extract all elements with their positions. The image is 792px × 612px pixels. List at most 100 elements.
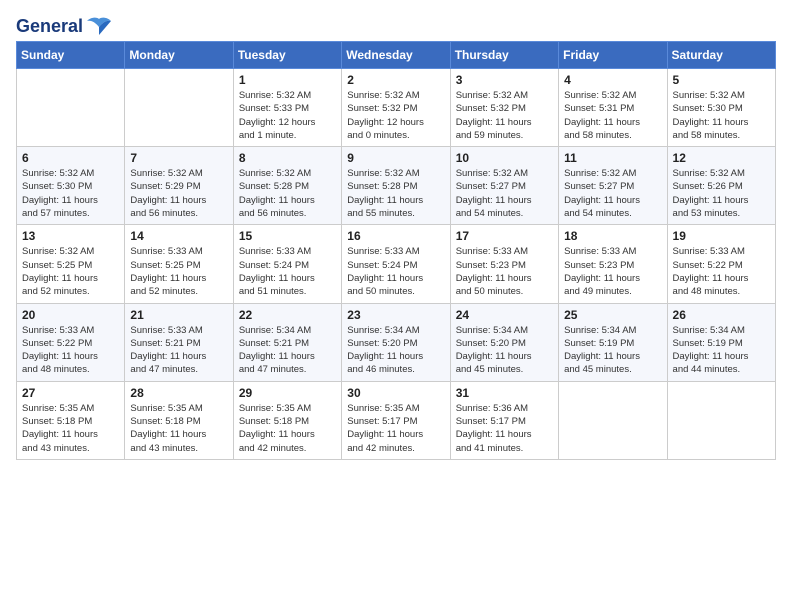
day-number: 17 — [456, 229, 554, 243]
day-number: 9 — [347, 151, 445, 165]
calendar-cell: 13 Sunrise: 5:32 AM Sunset: 5:25 PM Dayli… — [17, 225, 125, 303]
day-number: 16 — [347, 229, 445, 243]
day-info: Sunrise: 5:33 AM Sunset: 5:25 PM Dayligh… — [130, 245, 228, 298]
column-header-sunday: Sunday — [17, 42, 125, 69]
day-number: 15 — [239, 229, 337, 243]
day-info: Sunrise: 5:34 AM Sunset: 5:20 PM Dayligh… — [456, 324, 554, 377]
day-info: Sunrise: 5:34 AM Sunset: 5:21 PM Dayligh… — [239, 324, 337, 377]
day-info: Sunrise: 5:32 AM Sunset: 5:29 PM Dayligh… — [130, 167, 228, 220]
day-info: Sunrise: 5:32 AM Sunset: 5:30 PM Dayligh… — [673, 89, 771, 142]
day-info: Sunrise: 5:32 AM Sunset: 5:28 PM Dayligh… — [239, 167, 337, 220]
calendar-cell: 23 Sunrise: 5:34 AM Sunset: 5:20 PM Dayli… — [342, 303, 450, 381]
day-info: Sunrise: 5:32 AM Sunset: 5:32 PM Dayligh… — [347, 89, 445, 142]
day-info: Sunrise: 5:33 AM Sunset: 5:24 PM Dayligh… — [347, 245, 445, 298]
calendar-cell: 12 Sunrise: 5:32 AM Sunset: 5:26 PM Dayli… — [667, 147, 775, 225]
day-number: 28 — [130, 386, 228, 400]
day-number: 14 — [130, 229, 228, 243]
day-number: 18 — [564, 229, 662, 243]
day-info: Sunrise: 5:32 AM Sunset: 5:25 PM Dayligh… — [22, 245, 120, 298]
calendar-cell: 9 Sunrise: 5:32 AM Sunset: 5:28 PM Daylig… — [342, 147, 450, 225]
calendar-cell: 11 Sunrise: 5:32 AM Sunset: 5:27 PM Dayli… — [559, 147, 667, 225]
day-info: Sunrise: 5:32 AM Sunset: 5:27 PM Dayligh… — [564, 167, 662, 220]
calendar-cell: 7 Sunrise: 5:32 AM Sunset: 5:29 PM Daylig… — [125, 147, 233, 225]
calendar-cell: 4 Sunrise: 5:32 AM Sunset: 5:31 PM Daylig… — [559, 69, 667, 147]
calendar-cell: 17 Sunrise: 5:33 AM Sunset: 5:23 PM Dayli… — [450, 225, 558, 303]
calendar-cell: 3Sunrise: 5:32 AM Sunset: 5:32 PM Daylig… — [450, 69, 558, 147]
calendar-cell — [17, 69, 125, 147]
day-number: 1 — [239, 73, 337, 87]
calendar-cell: 30Sunrise: 5:35 AM Sunset: 5:17 PM Dayli… — [342, 381, 450, 459]
day-number: 26 — [673, 308, 771, 322]
day-number: 10 — [456, 151, 554, 165]
day-number: 29 — [239, 386, 337, 400]
column-header-monday: Monday — [125, 42, 233, 69]
day-info: Sunrise: 5:35 AM Sunset: 5:18 PM Dayligh… — [130, 402, 228, 455]
column-header-friday: Friday — [559, 42, 667, 69]
day-info: Sunrise: 5:32 AM Sunset: 5:28 PM Dayligh… — [347, 167, 445, 220]
logo-text: General — [16, 16, 113, 33]
day-number: 2 — [347, 73, 445, 87]
calendar-cell: 19 Sunrise: 5:33 AM Sunset: 5:22 PM Dayli… — [667, 225, 775, 303]
day-number: 27 — [22, 386, 120, 400]
day-number: 22 — [239, 308, 337, 322]
day-number: 19 — [673, 229, 771, 243]
logo-bird-icon — [85, 17, 113, 37]
day-info: Sunrise: 5:34 AM Sunset: 5:19 PM Dayligh… — [564, 324, 662, 377]
page-header: General — [16, 16, 776, 33]
calendar-cell: 29 Sunrise: 5:35 AM Sunset: 5:18 PM Dayli… — [233, 381, 341, 459]
calendar-week-row: 13 Sunrise: 5:32 AM Sunset: 5:25 PM Dayli… — [17, 225, 776, 303]
calendar-cell: 27Sunrise: 5:35 AM Sunset: 5:18 PM Dayli… — [17, 381, 125, 459]
day-info: Sunrise: 5:33 AM Sunset: 5:22 PM Dayligh… — [673, 245, 771, 298]
day-number: 24 — [456, 308, 554, 322]
day-info: Sunrise: 5:34 AM Sunset: 5:20 PM Dayligh… — [347, 324, 445, 377]
day-number: 13 — [22, 229, 120, 243]
calendar-cell: 28 Sunrise: 5:35 AM Sunset: 5:18 PM Dayli… — [125, 381, 233, 459]
calendar-cell: 8 Sunrise: 5:32 AM Sunset: 5:28 PM Daylig… — [233, 147, 341, 225]
day-number: 3 — [456, 73, 554, 87]
calendar-cell: 5Sunrise: 5:32 AM Sunset: 5:30 PM Daylig… — [667, 69, 775, 147]
day-number: 30 — [347, 386, 445, 400]
day-number: 31 — [456, 386, 554, 400]
column-header-tuesday: Tuesday — [233, 42, 341, 69]
column-header-thursday: Thursday — [450, 42, 558, 69]
day-info: Sunrise: 5:33 AM Sunset: 5:23 PM Dayligh… — [456, 245, 554, 298]
day-number: 8 — [239, 151, 337, 165]
day-number: 7 — [130, 151, 228, 165]
day-info: Sunrise: 5:36 AM Sunset: 5:17 PM Dayligh… — [456, 402, 554, 455]
calendar-cell: 16 Sunrise: 5:33 AM Sunset: 5:24 PM Dayli… — [342, 225, 450, 303]
day-info: Sunrise: 5:33 AM Sunset: 5:21 PM Dayligh… — [130, 324, 228, 377]
calendar-table: SundayMondayTuesdayWednesdayThursdayFrid… — [16, 41, 776, 460]
calendar-cell: 21Sunrise: 5:33 AM Sunset: 5:21 PM Dayli… — [125, 303, 233, 381]
calendar-cell — [559, 381, 667, 459]
calendar-cell: 18Sunrise: 5:33 AM Sunset: 5:23 PM Dayli… — [559, 225, 667, 303]
calendar-cell: 26 Sunrise: 5:34 AM Sunset: 5:19 PM Dayli… — [667, 303, 775, 381]
column-header-saturday: Saturday — [667, 42, 775, 69]
calendar-cell: 1 Sunrise: 5:32 AM Sunset: 5:33 PM Daylig… — [233, 69, 341, 147]
calendar-cell — [667, 381, 775, 459]
calendar-cell: 31 Sunrise: 5:36 AM Sunset: 5:17 PM Dayli… — [450, 381, 558, 459]
day-number: 11 — [564, 151, 662, 165]
day-info: Sunrise: 5:32 AM Sunset: 5:27 PM Dayligh… — [456, 167, 554, 220]
day-number: 4 — [564, 73, 662, 87]
day-number: 12 — [673, 151, 771, 165]
calendar-cell: 10 Sunrise: 5:32 AM Sunset: 5:27 PM Dayli… — [450, 147, 558, 225]
calendar-cell: 14 Sunrise: 5:33 AM Sunset: 5:25 PM Dayli… — [125, 225, 233, 303]
day-info: Sunrise: 5:32 AM Sunset: 5:33 PM Dayligh… — [239, 89, 337, 142]
day-info: Sunrise: 5:34 AM Sunset: 5:19 PM Dayligh… — [673, 324, 771, 377]
calendar-cell: 6Sunrise: 5:32 AM Sunset: 5:30 PM Daylig… — [17, 147, 125, 225]
logo: General — [16, 16, 113, 33]
day-info: Sunrise: 5:33 AM Sunset: 5:22 PM Dayligh… — [22, 324, 120, 377]
day-info: Sunrise: 5:32 AM Sunset: 5:30 PM Dayligh… — [22, 167, 120, 220]
day-number: 20 — [22, 308, 120, 322]
calendar-cell: 2 Sunrise: 5:32 AM Sunset: 5:32 PM Daylig… — [342, 69, 450, 147]
day-info: Sunrise: 5:32 AM Sunset: 5:26 PM Dayligh… — [673, 167, 771, 220]
day-info: Sunrise: 5:32 AM Sunset: 5:31 PM Dayligh… — [564, 89, 662, 142]
calendar-cell: 25Sunrise: 5:34 AM Sunset: 5:19 PM Dayli… — [559, 303, 667, 381]
calendar-week-row: 27 Sunrise: 5:35 AM Sunset: 5:18 PM Dayli… — [17, 381, 776, 459]
day-number: 23 — [347, 308, 445, 322]
calendar-cell: 22 Sunrise: 5:34 AM Sunset: 5:21 PM Dayli… — [233, 303, 341, 381]
calendar-cell: 24 Sunrise: 5:34 AM Sunset: 5:20 PM Dayli… — [450, 303, 558, 381]
day-info: Sunrise: 5:35 AM Sunset: 5:18 PM Dayligh… — [239, 402, 337, 455]
calendar-header-row: SundayMondayTuesdayWednesdayThursdayFrid… — [17, 42, 776, 69]
calendar-cell: 20 Sunrise: 5:33 AM Sunset: 5:22 PM Dayli… — [17, 303, 125, 381]
